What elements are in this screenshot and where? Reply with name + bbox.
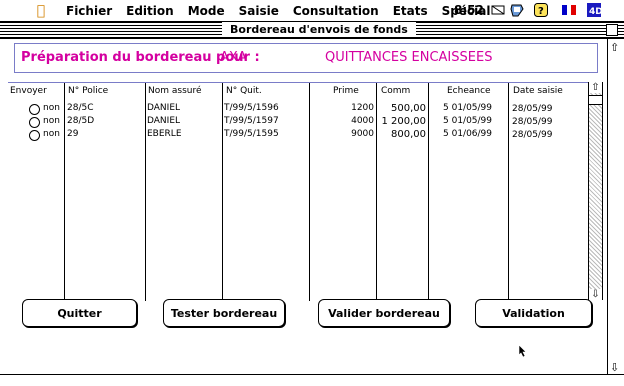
quitter-button[interactable]: Quitter (22, 299, 137, 327)
menu-consultation[interactable]: Consultation (293, 4, 379, 18)
table-scrollbar[interactable]: ⇧ ⇩ (588, 82, 603, 300)
table-cell-comm: 500,00 (391, 103, 426, 114)
bordereau-header: Préparation du bordereau pour : AXA QUIT… (14, 43, 598, 73)
table-cell-echeance: 5 01/05/99 (443, 116, 493, 126)
table-cell-nom: EBERLE (147, 129, 182, 139)
table-cell-envoyer: non (43, 103, 60, 113)
envoyer-radio[interactable] (29, 130, 40, 141)
column-date-saisie: Date saisie (508, 83, 589, 301)
table-cell-police: 28/5D (67, 116, 95, 126)
menu-saisie[interactable]: Saisie (239, 4, 279, 18)
table-scroll-thumb[interactable] (589, 95, 602, 105)
scroll-down-icon[interactable]: ⇩ (610, 361, 619, 374)
column-header-nom: Nom assuré (148, 86, 202, 96)
apple-icon[interactable]:  (30, 3, 52, 19)
network-icon[interactable] (490, 3, 506, 17)
zoom-box-icon[interactable] (606, 24, 618, 36)
table-cell-quit: T/99/5/1597 (224, 116, 279, 126)
scroll-up-icon[interactable]: ⇧ (610, 41, 619, 54)
header-type: QUITTANCES ENCAISSEES (325, 50, 493, 65)
mouse-cursor-icon (518, 344, 527, 358)
menu-clock[interactable]: 8:52 (454, 3, 484, 17)
column-header-date-saisie: Date saisie (513, 86, 563, 96)
column-header-prime: Prime (333, 86, 359, 96)
table-cell-date: 28/05/99 (512, 104, 553, 114)
table-cell-comm: 1 200,00 (381, 116, 426, 127)
app-icon[interactable]: 4D (586, 3, 602, 17)
table-cell-prime: 1200 (351, 103, 374, 113)
window-vertical-scrollbar[interactable]: ⇧ ⇩ (607, 39, 624, 374)
table-cell-envoyer: non (43, 129, 60, 139)
menu-fichier[interactable]: Fichier (66, 4, 112, 18)
column-header-echeance: Echeance (447, 86, 491, 96)
tester-bordereau-button[interactable]: Tester bordereau (163, 299, 285, 327)
window-horizontal-scrollbar[interactable] (0, 374, 624, 386)
menu-edition[interactable]: Edition (126, 4, 174, 18)
window-title-bar[interactable]: Bordereau d'envois de fonds (0, 22, 624, 39)
svg-text:4D: 4D (589, 7, 601, 17)
bordereau-table: Envoyer N° Police Nom assuré N° Quit. Pr… (8, 82, 602, 301)
table-cell-nom: DANIEL (147, 116, 181, 126)
table-cell-nom: DANIEL (147, 103, 181, 113)
table-scroll-down-icon[interactable]: ⇩ (589, 289, 602, 300)
help-icon[interactable] (509, 3, 525, 17)
table-cell-date: 28/05/99 (512, 130, 553, 140)
table-cell-quit: T/99/5/1596 (224, 103, 279, 113)
table-cell-prime: 9000 (351, 129, 374, 139)
column-header-police: N° Police (68, 86, 109, 96)
menu-etats[interactable]: Etats (393, 4, 428, 18)
table-cell-prime: 4000 (351, 116, 374, 126)
table-cell-police: 29 (67, 129, 79, 139)
table-cell-envoyer: non (43, 116, 60, 126)
table-cell-echeance: 5 01/06/99 (443, 129, 493, 139)
window-title: Bordereau d'envois de fonds (222, 22, 416, 37)
table-cell-police: 28/5C (67, 103, 94, 113)
table-cell-date: 28/05/99 (512, 117, 553, 127)
table-cell-quit: T/99/5/1595 (224, 129, 279, 139)
table-scroll-up-icon[interactable]: ⇧ (589, 82, 602, 93)
header-company: AXA (220, 50, 247, 65)
table-cell-comm: 800,00 (391, 129, 426, 140)
menu-mode[interactable]: Mode (188, 4, 225, 18)
svg-text:?: ? (538, 6, 544, 17)
column-header-comm: Comm (381, 86, 411, 96)
flag-icon[interactable] (561, 3, 577, 17)
help-icon-2[interactable]: ? (533, 3, 549, 17)
column-header-quit: N° Quit. (226, 86, 262, 96)
envoyer-radio[interactable] (29, 104, 40, 115)
column-header-envoyer: Envoyer (10, 86, 47, 96)
table-cell-echeance: 5 01/05/99 (443, 103, 493, 113)
menu-bar:  Fichier Edition Mode Saisie Consultati… (0, 0, 624, 22)
validation-button[interactable]: Validation (475, 299, 592, 327)
valider-bordereau-button[interactable]: Valider bordereau (318, 299, 450, 327)
envoyer-radio[interactable] (29, 117, 40, 128)
